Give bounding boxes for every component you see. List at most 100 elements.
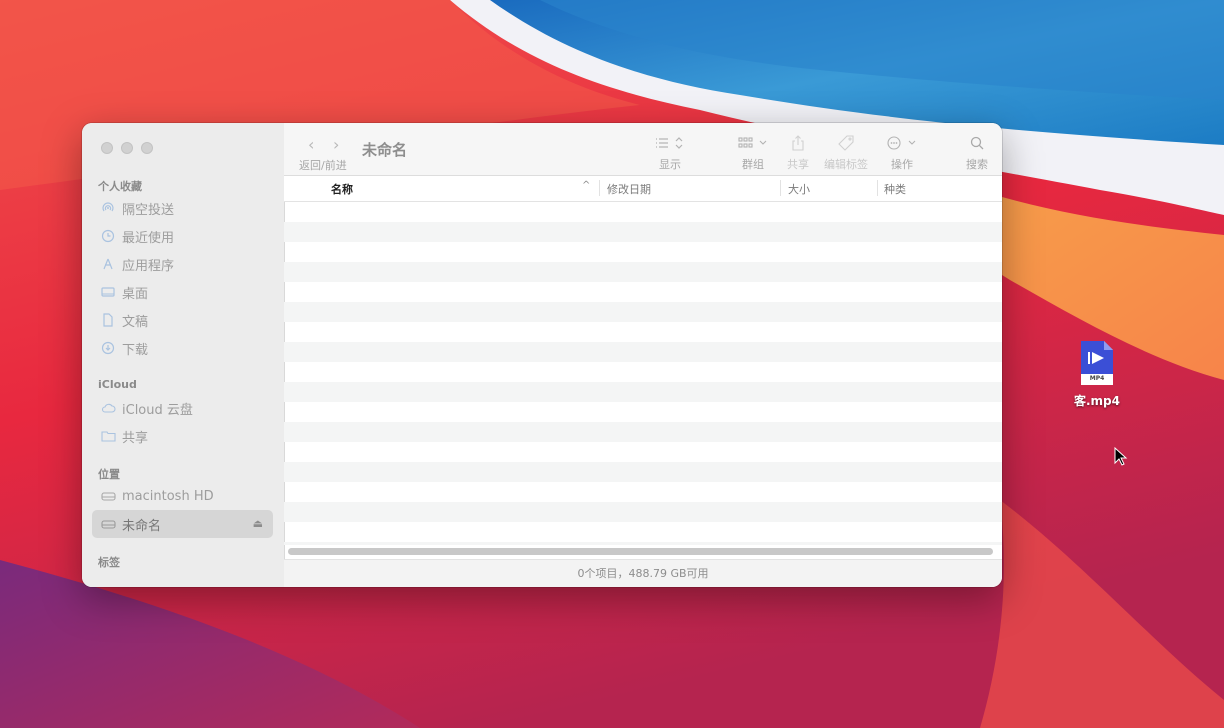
sidebar-item-airdrop[interactable]: 隔空投送 xyxy=(92,194,273,222)
sidebar-item-label: iCloud 云盘 xyxy=(122,402,193,418)
disk-icon xyxy=(100,516,116,532)
edit-tags-button[interactable]: 编辑标签 xyxy=(824,133,868,172)
window-title: 未命名 xyxy=(362,141,408,159)
empty-row xyxy=(284,262,1002,282)
tags-section-title: 标签 xyxy=(98,556,120,569)
eject-icon[interactable]: ⏏ xyxy=(253,517,263,530)
sort-chevron-up-icon: ^ xyxy=(582,180,591,191)
edit-tags-label: 编辑标签 xyxy=(824,158,868,171)
column-divider[interactable] xyxy=(780,180,781,196)
desktop-file-label: 客.mp4 xyxy=(1073,394,1120,408)
zoom-button[interactable] xyxy=(141,142,153,154)
disk-icon xyxy=(100,488,116,504)
sidebar-item-desktop[interactable]: 桌面 xyxy=(92,278,273,306)
toolbar: ‹ › 返回/前进 未命名 显示 群组 共享 编辑标签 操作 搜索 xyxy=(284,123,1002,176)
search-icon xyxy=(970,133,984,153)
empty-row xyxy=(284,382,1002,402)
search-button[interactable]: 搜索 xyxy=(966,133,988,172)
column-divider[interactable] xyxy=(877,180,878,196)
group-label: 群组 xyxy=(742,158,764,171)
empty-row xyxy=(284,482,1002,502)
sidebar: 个人收藏 隔空投送 最近使用 应用程序 桌面 文稿 下载 iCloud iClo… xyxy=(82,123,285,587)
sidebar-item-applications[interactable]: 应用程序 xyxy=(92,250,273,278)
share-icon xyxy=(791,133,805,153)
desktop-icon xyxy=(100,284,116,300)
empty-row xyxy=(284,362,1002,382)
sidebar-item-label: 隔空投送 xyxy=(122,202,175,218)
apps-icon xyxy=(100,256,116,272)
finder-window: 个人收藏 隔空投送 最近使用 应用程序 桌面 文稿 下载 iCloud iClo… xyxy=(82,123,1002,587)
file-type-badge: MP4 xyxy=(1089,375,1105,382)
sidebar-item-label: 共享 xyxy=(122,430,149,446)
empty-row xyxy=(284,202,1002,222)
desktop-file-mp4[interactable]: MP4 客.mp4 xyxy=(1064,340,1130,409)
sidebar-item-documents[interactable]: 文稿 xyxy=(92,306,273,334)
clock-icon xyxy=(100,228,116,244)
list-view-icon xyxy=(654,133,686,153)
view-button[interactable]: 显示 xyxy=(654,133,686,172)
sidebar-item-downloads[interactable]: 下载 xyxy=(92,334,273,362)
back-chevron-icon[interactable]: ‹ xyxy=(308,135,314,154)
empty-row xyxy=(284,282,1002,302)
date-column-header[interactable]: 修改日期 xyxy=(607,181,651,197)
empty-row xyxy=(284,342,1002,362)
sidebar-item-icloud-drive[interactable]: iCloud 云盘 xyxy=(92,394,273,422)
size-column-header[interactable]: 大小 xyxy=(788,181,810,197)
empty-row xyxy=(284,522,1002,542)
tag-icon xyxy=(838,133,854,153)
sidebar-item-label: 文稿 xyxy=(122,314,149,330)
group-button[interactable]: 群组 xyxy=(737,133,769,172)
group-grid-icon xyxy=(737,133,769,153)
download-icon xyxy=(100,340,116,356)
sidebar-item-untitled[interactable]: 未命名 ⏏ xyxy=(92,510,273,538)
horizontal-scrollbar[interactable] xyxy=(288,548,993,555)
column-divider[interactable] xyxy=(599,180,600,196)
name-column-header[interactable]: 名称 xyxy=(331,181,353,197)
favorites-section-title: 个人收藏 xyxy=(98,180,142,193)
shared-folder-icon xyxy=(100,428,116,444)
window-controls xyxy=(101,142,153,154)
empty-row xyxy=(284,502,1002,522)
minimize-button[interactable] xyxy=(121,142,133,154)
file-list[interactable] xyxy=(284,202,1002,545)
airdrop-icon xyxy=(100,200,116,216)
document-icon xyxy=(100,312,116,328)
sidebar-item-label: 应用程序 xyxy=(122,258,175,274)
empty-row xyxy=(284,442,1002,462)
empty-row xyxy=(284,222,1002,242)
close-button[interactable] xyxy=(101,142,113,154)
empty-row xyxy=(284,322,1002,342)
status-bar: 0个项目，488.79 GB可用 xyxy=(284,559,1002,587)
empty-row xyxy=(284,402,1002,422)
kind-column-header[interactable]: 种类 xyxy=(884,181,906,197)
nav-label: 返回/前进 xyxy=(299,159,347,172)
empty-row xyxy=(284,302,1002,322)
column-header: 名称 ^ 修改日期 大小 种类 xyxy=(284,176,1002,202)
sidebar-item-label: 未命名 xyxy=(122,518,162,534)
sidebar-item-recents[interactable]: 最近使用 xyxy=(92,222,273,250)
sidebar-item-label: 下载 xyxy=(122,342,149,358)
empty-row xyxy=(284,462,1002,482)
sidebar-item-label: macintosh HD xyxy=(122,488,214,504)
locations-section-title: 位置 xyxy=(98,468,120,481)
search-label: 搜索 xyxy=(966,158,988,171)
action-label: 操作 xyxy=(891,158,913,171)
share-label: 共享 xyxy=(787,158,809,171)
action-button[interactable]: 操作 xyxy=(886,133,918,172)
share-button[interactable]: 共享 xyxy=(787,133,809,172)
video-file-icon: MP4 xyxy=(1080,340,1114,386)
ellipsis-icon xyxy=(886,133,918,153)
sidebar-item-label: 最近使用 xyxy=(122,230,175,246)
icloud-section-title: iCloud xyxy=(98,378,137,391)
empty-row xyxy=(284,542,1002,545)
empty-row xyxy=(284,422,1002,442)
empty-row xyxy=(284,242,1002,262)
mouse-cursor-icon xyxy=(1114,447,1128,466)
forward-chevron-icon[interactable]: › xyxy=(333,135,339,154)
sidebar-item-macintosh-hd[interactable]: macintosh HD xyxy=(92,482,273,510)
view-label: 显示 xyxy=(659,158,681,171)
sidebar-item-shared[interactable]: 共享 xyxy=(92,422,273,450)
sidebar-item-label: 桌面 xyxy=(122,286,149,302)
content-area: ‹ › 返回/前进 未命名 显示 群组 共享 编辑标签 操作 搜索 名称 ^ 修… xyxy=(284,123,1002,587)
cloud-icon xyxy=(100,400,116,416)
